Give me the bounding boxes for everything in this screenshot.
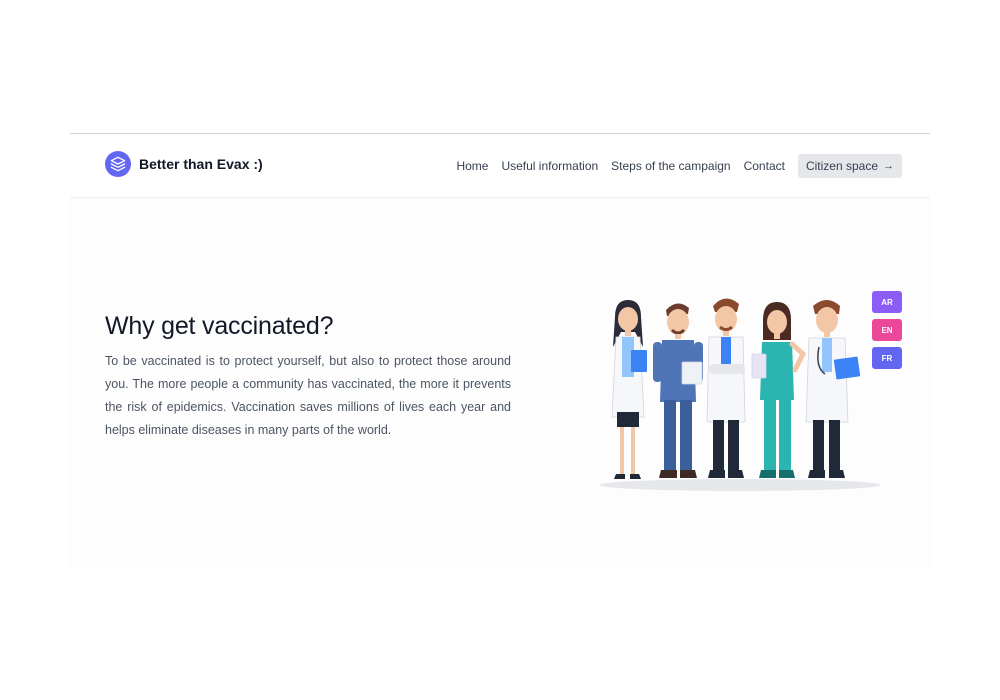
doctor-figure-2	[653, 303, 703, 478]
brand[interactable]: Better than Evax :)	[105, 151, 263, 177]
nav-link-home[interactable]: Home	[456, 159, 488, 173]
brand-name: Better than Evax :)	[139, 156, 263, 172]
hero-text: To be vaccinated is to protect yourself,…	[105, 354, 511, 437]
hero-section: Why get vaccinated? To be vaccinated is …	[70, 198, 930, 568]
language-fr-label: FR	[881, 353, 893, 363]
hero-title: Why get vaccinated?	[105, 312, 334, 340]
main-nav: Home Useful information Steps of the cam…	[456, 154, 902, 178]
nav-link-steps-of-the-campaign[interactable]: Steps of the campaign	[611, 159, 730, 173]
language-en-label: EN	[881, 325, 893, 335]
language-fr-button[interactable]: FR	[872, 347, 902, 369]
doctor-figure-4	[751, 302, 807, 478]
nav-link-contact[interactable]: Contact	[744, 159, 785, 173]
language-ar-button[interactable]: AR	[872, 291, 902, 313]
page-frame: Better than Evax :) Home Useful informat…	[70, 133, 930, 568]
medical-team-illustration	[600, 298, 880, 491]
doctor-figure-5	[805, 300, 861, 478]
language-en-button[interactable]: EN	[872, 319, 902, 341]
doctor-figure-3	[706, 298, 746, 478]
doctor-figure-1	[611, 300, 647, 479]
layers-icon	[105, 151, 131, 177]
navbar: Better than Evax :) Home Useful informat…	[70, 134, 930, 198]
arrow-right-icon: →	[883, 160, 894, 172]
language-ar-label: AR	[881, 297, 893, 307]
citizen-space-button[interactable]: Citizen space →	[797, 154, 902, 178]
citizen-space-label: Citizen space	[805, 159, 878, 173]
nav-link-useful-information[interactable]: Useful information	[501, 159, 598, 173]
